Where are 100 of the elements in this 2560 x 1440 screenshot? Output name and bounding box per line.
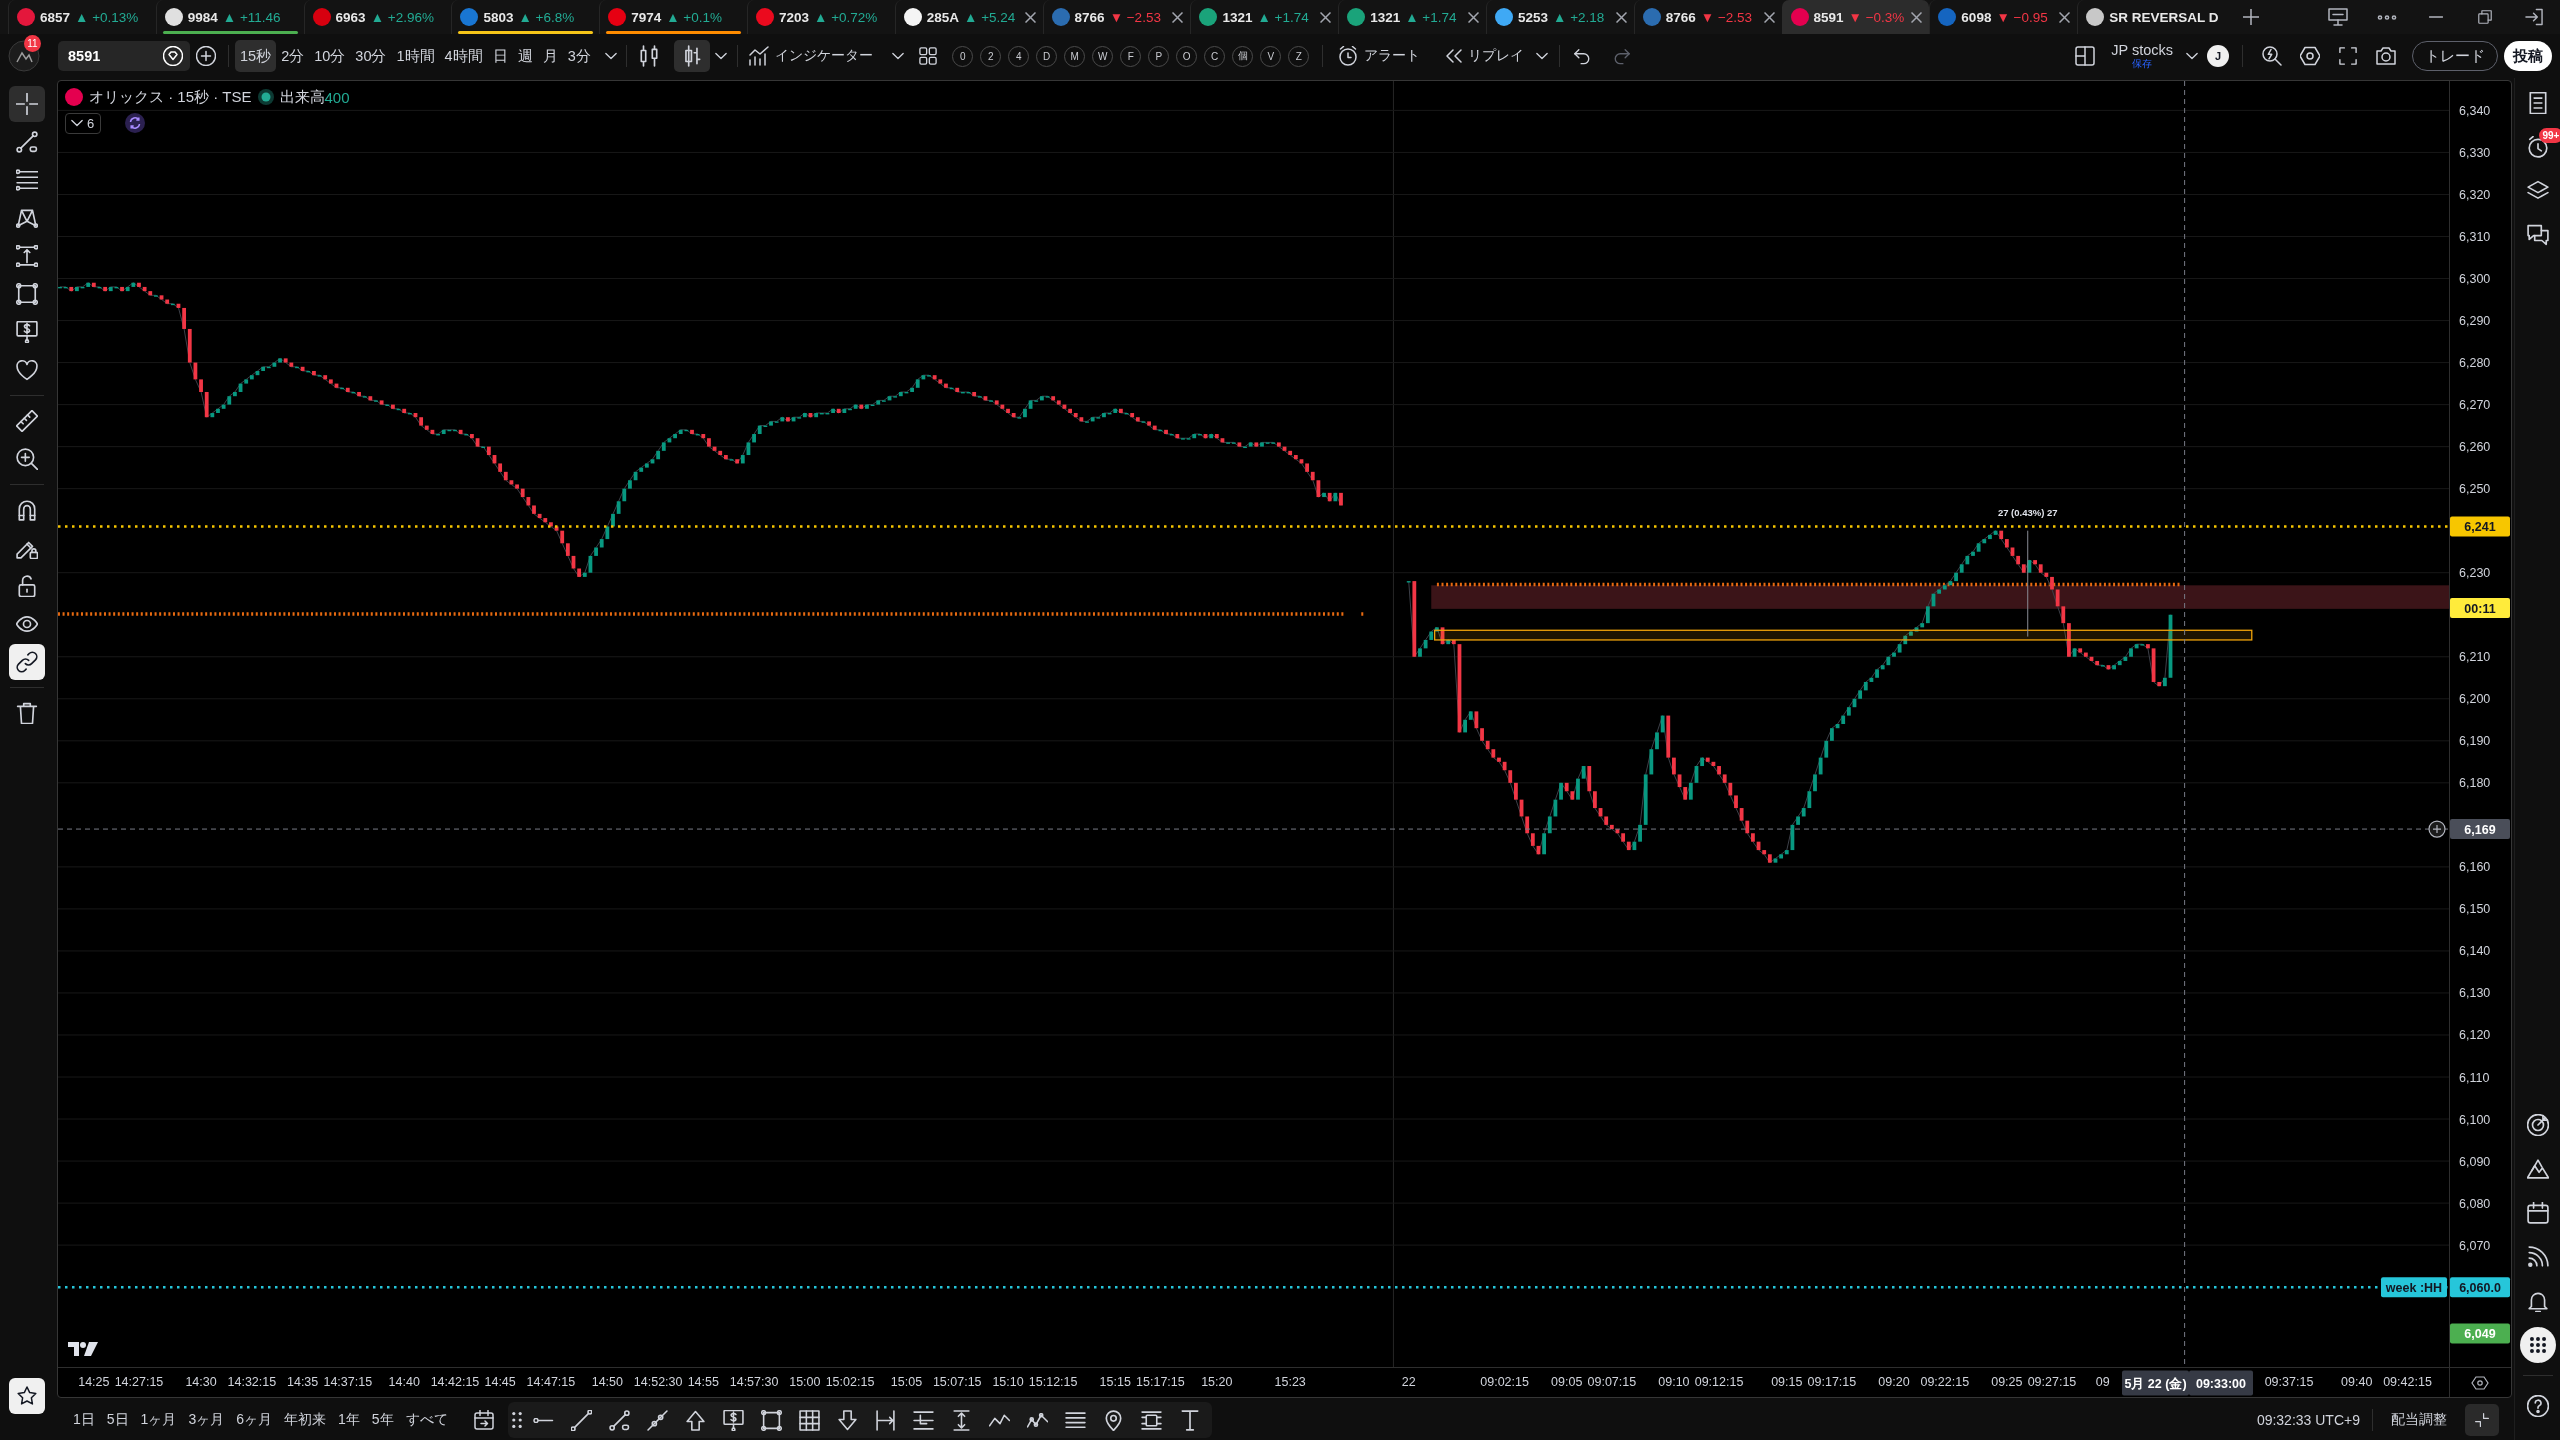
dividend-adjust-button[interactable]: 配当調整 [2385, 1405, 2453, 1435]
interval-button[interactable]: 1時間 [391, 40, 440, 72]
time-label: 09:40 [2341, 1375, 2373, 1389]
range-button[interactable]: 1ヶ月 [134, 1405, 183, 1435]
pattern-icon [16, 207, 38, 229]
time-label: 15:02:15 [825, 1375, 875, 1389]
ray-icon [647, 1409, 669, 1431]
map-pin-icon [1105, 1409, 1123, 1431]
price-label: 6,140 [2459, 944, 2491, 959]
indicators-button[interactable]: インジケーター [742, 40, 879, 72]
signal-icon [2526, 1246, 2549, 1268]
time-label: 09:07:15 [1587, 1375, 1637, 1389]
search-icon [2262, 46, 2282, 66]
grid-icon [799, 1409, 821, 1431]
close-icon[interactable] [1467, 11, 1479, 23]
price-label: 6,160 [2459, 860, 2491, 875]
range-button[interactable]: 5日 [100, 1405, 135, 1435]
close-icon[interactable] [1763, 11, 1775, 23]
interval-button[interactable]: 日 [487, 40, 513, 72]
time-tag: 09:33:00 [2189, 1370, 2253, 1396]
time-label: 09:22:15 [1920, 1375, 1970, 1389]
time-label: 14:32:15 [227, 1375, 277, 1389]
link-tool-button[interactable] [9, 644, 45, 680]
layout-name-button[interactable]: JP stocks 保存 [2107, 39, 2177, 73]
settings-icon[interactable] [2471, 1376, 2489, 1390]
time-label: 14:30 [185, 1375, 217, 1389]
range-button[interactable]: 5年 [365, 1405, 400, 1435]
up-arrow-icon [685, 1409, 707, 1431]
grid-dots-button[interactable] [2519, 1327, 2556, 1363]
tab[interactable]: 8591 ▼ −0.3% [1781, 0, 1930, 34]
line-icon [571, 1409, 593, 1431]
settings-icon [2300, 46, 2320, 66]
close-icon[interactable] [1172, 11, 1184, 23]
time-label: 09:25 [1991, 1375, 2023, 1389]
down-arrow-icon [837, 1409, 859, 1431]
range-button[interactable]: すべて [399, 1405, 454, 1435]
time-label: 14:25 [78, 1375, 110, 1389]
time-label: 09:05 [1551, 1375, 1583, 1389]
interval-button[interactable]: 30分 [350, 40, 392, 72]
time-label: 09 [2095, 1375, 2110, 1389]
time-label: 14:57:30 [729, 1375, 779, 1389]
crosshair-tool-button[interactable] [9, 86, 45, 122]
chart-style-button[interactable] [673, 40, 710, 72]
trash-icon [16, 702, 38, 724]
mountain-icon [2526, 1158, 2549, 1180]
account-button[interactable]: J [2207, 45, 2229, 67]
rectangle-icon [16, 283, 38, 305]
time-label: 22 [1401, 1375, 1416, 1389]
alert-button[interactable]: アラート [1331, 40, 1426, 72]
close-icon[interactable] [1615, 11, 1627, 23]
price-label: 6,150 [2459, 902, 2491, 917]
plus-circle-icon[interactable] [2428, 820, 2446, 838]
more-icon [2377, 14, 2397, 20]
range-button[interactable]: 6ヶ月 [230, 1405, 278, 1435]
price-tag: 00:11 [2450, 598, 2510, 618]
range-button[interactable]: 1日 [67, 1405, 101, 1435]
level-name-tag: week :HH [2381, 1277, 2447, 1298]
price-label: 6,190 [2459, 734, 2491, 749]
close-icon[interactable] [1320, 11, 1332, 23]
publish-button[interactable]: 投稿 [2504, 41, 2552, 71]
interval-button[interactable]: 月 [537, 40, 563, 72]
interval-button[interactable]: 週 [512, 40, 538, 72]
close-icon[interactable] [1024, 11, 1036, 23]
range-button[interactable]: 3ヶ月 [182, 1405, 231, 1435]
time-label: 15:15 [1099, 1375, 1131, 1389]
time-label: 14:55 [687, 1375, 719, 1389]
close-icon[interactable] [1911, 11, 1923, 23]
interval-button[interactable]: 10分 [309, 40, 351, 72]
star-button[interactable] [9, 1378, 45, 1414]
price-label: 6,300 [2459, 272, 2491, 286]
close-icon[interactable] [2059, 11, 2071, 23]
interval-button[interactable]: 3分 [562, 40, 596, 72]
time-label: 09:10 [1658, 1375, 1690, 1389]
price-label: 6,260 [2459, 440, 2491, 455]
ruler-icon [16, 410, 38, 432]
range-button[interactable]: 1年 [332, 1405, 366, 1435]
dollar-sign-icon [723, 1409, 745, 1431]
price-label: 6,070 [2459, 1238, 2491, 1253]
price-label: 6,310 [2459, 230, 2491, 244]
monitor-icon [2328, 8, 2348, 26]
camera-icon [2376, 46, 2396, 66]
price-label: 6,330 [2459, 145, 2491, 160]
caret-icon [2186, 52, 2198, 60]
price-label: 6,320 [2459, 187, 2491, 202]
indicators-toggle-button[interactable]: 6 [65, 112, 102, 134]
time-label: 14:50 [591, 1375, 623, 1389]
price-tag: 6,169 [2450, 819, 2510, 840]
range-button[interactable]: 年初来 [278, 1405, 332, 1435]
symbol-search-field[interactable]: 8591 [58, 41, 190, 71]
rectangle-icon [761, 1409, 783, 1431]
collapse-button[interactable] [2465, 1404, 2499, 1436]
label-lines-icon [913, 1409, 935, 1431]
time-label: 15:07:15 [932, 1375, 982, 1389]
interval-button[interactable]: 15秒 [235, 40, 277, 72]
star-icon [17, 1386, 37, 1406]
redo-icon [1612, 47, 1631, 65]
interval-button[interactable]: 2分 [276, 40, 310, 72]
replay-button[interactable]: リプレイ [1439, 40, 1530, 72]
price-label: 6,210 [2459, 650, 2491, 665]
interval-button[interactable]: 4時間 [439, 40, 488, 72]
